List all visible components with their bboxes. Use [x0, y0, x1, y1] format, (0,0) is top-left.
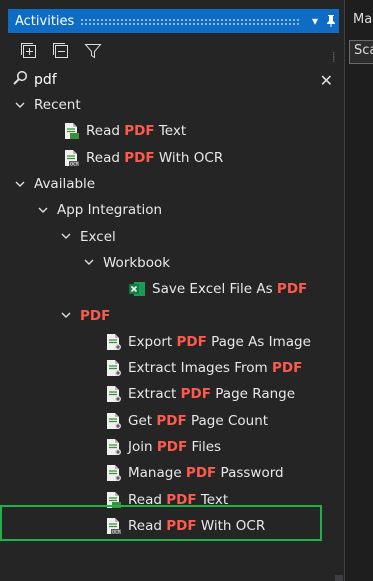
chevron-down-icon[interactable]	[14, 181, 26, 188]
chevron-down-icon[interactable]	[37, 207, 49, 214]
label-text: Recent	[34, 97, 81, 114]
scrollbar[interactable]	[335, 575, 343, 581]
tree-item-available[interactable]: Available	[8, 171, 339, 197]
pdf-activity-icon	[107, 386, 121, 403]
tree-item-label: Extract PDF Page Range	[128, 386, 295, 402]
pdf-activity-icon	[107, 360, 121, 377]
tree-item-save-excel-as-pdf[interactable]: Save Excel File As PDF	[8, 276, 339, 302]
chevron-down-icon[interactable]	[14, 102, 26, 109]
label-text: Read	[86, 123, 125, 140]
chevron-down-icon[interactable]	[60, 312, 72, 319]
panel-toolbar: ⸽	[8, 36, 339, 66]
label-text: Join	[128, 439, 157, 455]
search-match-highlight: PDF	[80, 307, 111, 324]
tree-item-label: Get PDF Page Count	[128, 413, 268, 429]
label-text: Available	[34, 176, 96, 193]
tree-item-label: Join PDF Files	[128, 439, 221, 455]
tree-item-export-pdf-page-image[interactable]: Export PDF Page As Image	[8, 329, 339, 355]
label-text: Get	[128, 412, 157, 429]
label-text: Export	[128, 333, 177, 350]
tree-item-workbook[interactable]: Workbook	[8, 250, 339, 276]
dropdown-arrow-icon[interactable]: ▾	[307, 15, 323, 27]
label-text: Page As Image	[206, 333, 311, 350]
tree-item-label: Workbook	[103, 255, 170, 271]
search-icon	[12, 70, 28, 90]
main-tab[interactable]: Ma	[353, 12, 372, 27]
label-text: Read	[86, 149, 125, 166]
tree-item-get-pdf-page-count[interactable]: Get PDF Page Count	[8, 408, 339, 434]
search-match-highlight: PDF	[124, 149, 155, 166]
pdf-activity-icon	[107, 465, 121, 482]
pdf-activity-icon	[107, 412, 121, 429]
tree-item-label: Save Excel File As PDF	[152, 281, 307, 297]
label-text: Text	[154, 123, 187, 140]
label-text: App Integration	[57, 202, 163, 219]
tree-item-excel[interactable]: Excel	[8, 223, 339, 249]
read-pdf-icon	[65, 123, 79, 140]
pdf-activity-icon	[107, 439, 121, 455]
tree-item-pdf-category[interactable]: PDF	[8, 302, 339, 328]
clear-search-icon[interactable]: ✕	[320, 71, 333, 90]
tree-item-label: Recent	[34, 97, 81, 113]
selected-item-highlight	[0, 505, 322, 541]
label-text: Excel	[80, 228, 116, 245]
chevron-down-icon[interactable]	[83, 259, 95, 266]
search-match-highlight: PDF	[156, 412, 187, 429]
activities-tree: Recent Read PDF Text OCR Read PDF With OCR A…	[8, 92, 339, 539]
svg-text:OCR: OCR	[70, 161, 79, 166]
pdf-activity-icon	[107, 333, 121, 350]
tree-item-recent-read-pdf-text[interactable]: Read PDF Text	[8, 118, 339, 144]
sequence-header[interactable]: Sca	[349, 40, 373, 64]
tree-item-label: Extract Images From PDF	[128, 360, 302, 376]
label-text: Page Range	[210, 386, 296, 403]
drag-grip[interactable]	[80, 17, 301, 25]
expand-all-icon[interactable]	[20, 42, 38, 60]
label-text: Workbook	[103, 254, 171, 271]
tree-item-label: Excel	[80, 229, 116, 245]
tree-item-label: Manage PDF Password	[128, 465, 284, 481]
tree-item-extract-pdf-page-range[interactable]: Extract PDF Page Range	[8, 381, 339, 407]
tree-item-label: PDF	[80, 308, 110, 324]
pin-icon[interactable]	[323, 14, 339, 29]
toolbar-overflow-icon[interactable]: ⸽	[333, 50, 335, 63]
read-pdf-ocr-icon: OCR	[65, 149, 79, 166]
search-match-highlight: PDF	[176, 333, 207, 350]
label-text: Extract	[128, 386, 181, 403]
chevron-down-icon[interactable]	[60, 233, 72, 240]
activities-panel: Activities ▾ ⸽ ✕ RecentRead PDF TextOCRR…	[0, 0, 344, 581]
filter-icon[interactable]	[84, 42, 102, 60]
search-match-highlight: PDF	[156, 439, 188, 455]
tree-item-label: Read PDF With OCR	[86, 150, 223, 166]
tree-item-join-pdf-files[interactable]: Join PDF Files	[8, 434, 339, 460]
tree-item-recent-read-pdf-ocr[interactable]: OCR Read PDF With OCR	[8, 145, 339, 171]
tree-item-manage-pdf-password[interactable]: Manage PDF Password	[8, 460, 339, 486]
search-match-highlight: PDF	[180, 386, 211, 403]
search-match-highlight: PDF	[276, 281, 308, 298]
label-text: Password	[216, 465, 284, 482]
tree-item-label: Read PDF Text	[86, 123, 186, 139]
tree-item-label: Available	[34, 176, 95, 192]
tree-item-extract-images-from-pdf[interactable]: Extract Images From PDF	[8, 355, 339, 381]
label-text: Files	[187, 439, 222, 455]
tree-item-app-integration[interactable]: App Integration	[8, 197, 339, 223]
activities-title-bar[interactable]: Activities ▾	[8, 9, 339, 33]
search-match-highlight: PDF	[185, 465, 217, 482]
label-text: Page Count	[186, 412, 269, 429]
search-match-highlight: PDF	[124, 123, 155, 140]
designer-pane: Ma Sca	[344, 0, 373, 581]
search-box: ✕	[8, 68, 339, 92]
collapse-all-icon[interactable]	[52, 42, 70, 60]
search-match-highlight: PDF	[272, 360, 303, 377]
tree-item-recent[interactable]: Recent	[8, 92, 339, 118]
search-input[interactable]	[28, 72, 310, 88]
tree-item-label: App Integration	[57, 202, 162, 218]
excel-icon	[129, 282, 145, 297]
label-text: Manage	[128, 465, 186, 482]
label-text: With OCR	[154, 149, 224, 166]
label-text: Extract Images From	[128, 360, 272, 377]
label-text: Save Excel File As	[152, 281, 277, 298]
tree-item-label: Export PDF Page As Image	[128, 334, 311, 350]
panel-title: Activities	[15, 13, 75, 29]
